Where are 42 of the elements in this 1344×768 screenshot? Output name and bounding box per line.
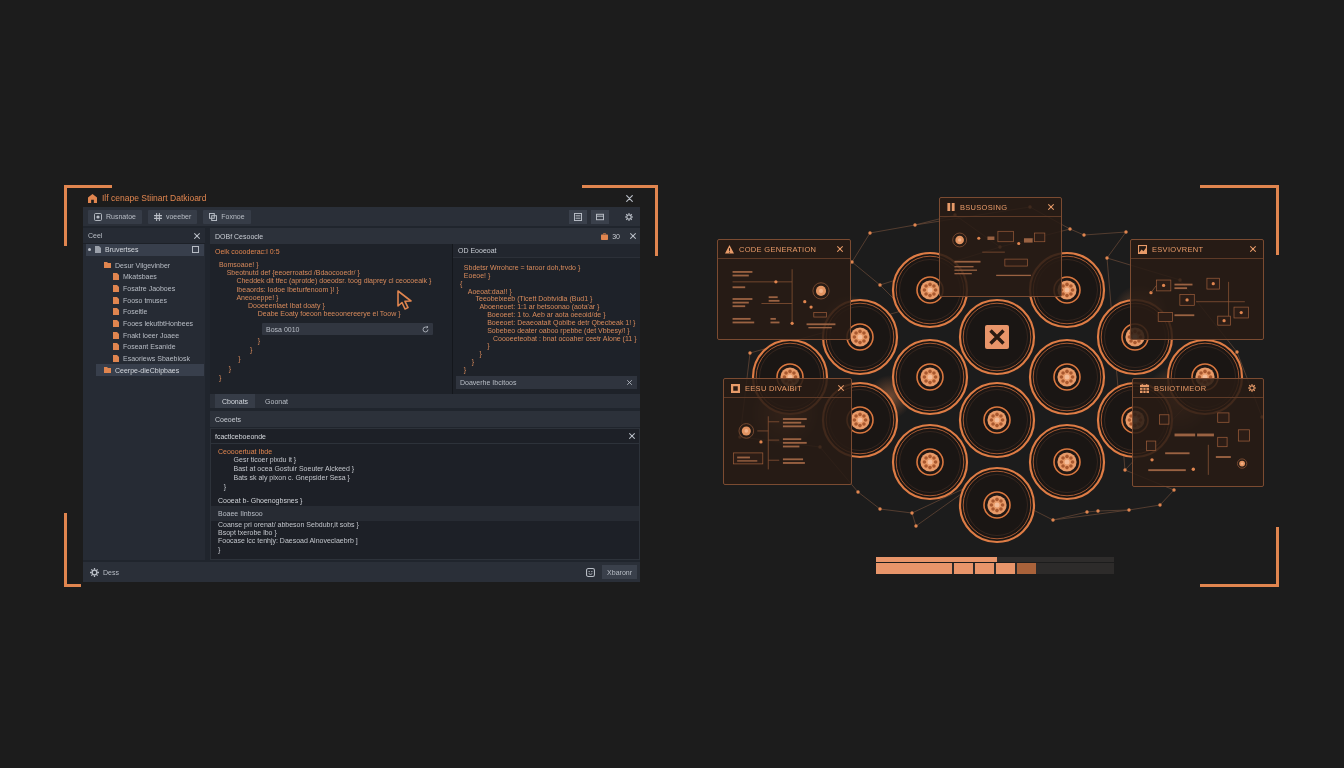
house-icon (88, 193, 97, 203)
image-icon (1138, 244, 1147, 254)
close-icon[interactable] (1250, 246, 1256, 252)
gear-icon (90, 567, 99, 577)
rosette-icon (916, 448, 944, 476)
close-icon[interactable] (838, 385, 844, 391)
grid-icon (153, 212, 162, 221)
close-icon[interactable] (626, 194, 633, 202)
close-icon[interactable] (194, 232, 200, 239)
calendar-icon (1140, 383, 1149, 393)
box-icon (731, 383, 740, 393)
folder-icon (104, 262, 111, 269)
briefcase-icon (601, 232, 609, 240)
list-icon (574, 212, 582, 221)
box-icon (94, 212, 102, 221)
pause-icon (947, 203, 955, 211)
expand-dot-icon[interactable] (88, 248, 91, 252)
rosette-icon (983, 406, 1011, 434)
square-icon[interactable] (192, 246, 199, 254)
close-icon[interactable] (837, 246, 843, 252)
squares-icon (209, 212, 218, 221)
window-title: Ilf cenape Stiinart Datkioard (102, 193, 207, 203)
rosette-icon (916, 363, 944, 391)
mouse-cursor-icon (397, 290, 413, 310)
refresh-icon (422, 325, 429, 333)
close-icon[interactable] (629, 433, 635, 439)
rosette-icon (983, 491, 1011, 519)
gear-icon[interactable] (625, 212, 633, 221)
folder-icon (104, 367, 111, 374)
warning-icon (725, 244, 734, 254)
panel-view-button[interactable] (591, 209, 609, 224)
file-icon (95, 246, 101, 254)
close-icon[interactable] (627, 380, 632, 385)
list-view-button[interactable] (569, 209, 587, 224)
rosette-icon (1053, 363, 1081, 391)
rosette-icon (1053, 448, 1081, 476)
close-icon[interactable] (1048, 204, 1054, 210)
cross-tile-icon (985, 325, 1009, 349)
smiley-icon (586, 567, 596, 577)
gear-icon[interactable] (1248, 384, 1256, 392)
window-icon (596, 212, 604, 221)
close-icon[interactable] (630, 233, 636, 239)
